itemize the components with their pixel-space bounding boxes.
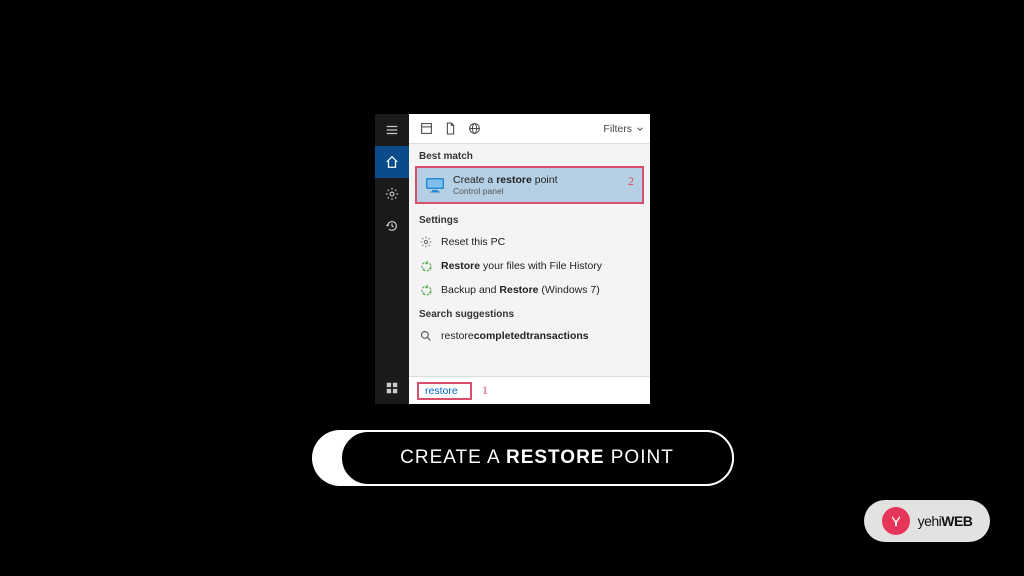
badge-logo-icon [882, 507, 910, 535]
start-search-panel: Filters Best match Create a restore poin… [375, 114, 650, 404]
chevron-down-icon [636, 125, 644, 133]
documents-tab-icon[interactable] [439, 118, 461, 140]
home-icon[interactable] [375, 146, 409, 178]
badge-text: yehiWEB [918, 513, 973, 529]
search-results-body: Filters Best match Create a restore poin… [409, 114, 650, 404]
result-text: Restore your files with File History [441, 260, 602, 272]
best-match-title: Create a restore point [453, 174, 634, 186]
recycle-icon [419, 283, 433, 297]
caption-text: CREATE A RESTORE POINT [340, 430, 734, 486]
caption-label: CREATE A RESTORE POINT [312, 430, 734, 486]
search-suggestion-item[interactable]: restorecompletedtransactions [409, 324, 650, 348]
annotation-marker-1: 1 [482, 383, 488, 398]
best-match-section-title: Best match [409, 144, 650, 166]
search-header: Filters [409, 114, 650, 144]
windows-start-icon[interactable] [375, 372, 409, 404]
recycle-icon [419, 259, 433, 273]
apps-tab-icon[interactable] [415, 118, 437, 140]
search-input[interactable] [417, 382, 472, 400]
history-icon[interactable] [375, 210, 409, 242]
start-sidebar [375, 114, 409, 404]
best-match-text: Create a restore point Control panel [453, 174, 634, 196]
result-text: Backup and Restore (Windows 7) [441, 284, 600, 296]
filters-label: Filters [603, 123, 632, 135]
settings-item-backup-restore[interactable]: Backup and Restore (Windows 7) [409, 278, 650, 302]
settings-section-title: Settings [409, 208, 650, 230]
result-text: restorecompletedtransactions [441, 330, 589, 342]
gear-icon[interactable] [375, 178, 409, 210]
annotation-marker-2: 2 [628, 174, 634, 189]
filters-dropdown[interactable]: Filters [603, 123, 644, 135]
search-bar: 1 [409, 376, 650, 404]
monitor-icon [425, 177, 445, 193]
suggestions-section-title: Search suggestions [409, 302, 650, 324]
best-match-subtitle: Control panel [453, 186, 634, 196]
result-text: Reset this PC [441, 236, 505, 248]
web-tab-icon[interactable] [463, 118, 485, 140]
watermark-badge: yehiWEB [864, 500, 990, 542]
settings-item-file-history[interactable]: Restore your files with File History [409, 254, 650, 278]
hamburger-menu-icon[interactable] [375, 114, 409, 146]
gear-icon [419, 235, 433, 249]
search-icon [419, 329, 433, 343]
settings-item-reset-pc[interactable]: Reset this PC [409, 230, 650, 254]
best-match-item[interactable]: Create a restore point Control panel 2 [415, 166, 644, 204]
